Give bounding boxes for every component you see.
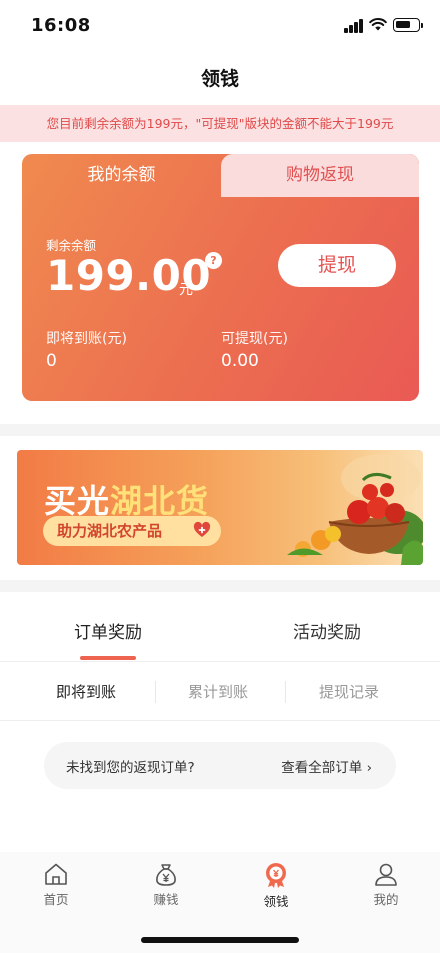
balance-card: 购物返现 我的余额 剩余余额 199.00 元 ? 提现 即将到账(元) 0 可… xyxy=(22,154,419,401)
tab-activity-rewards[interactable]: 活动奖励 xyxy=(293,618,361,643)
tab-shopping-cashback[interactable]: 购物返现 xyxy=(221,154,419,197)
nav-item-collect[interactable]: 领钱 xyxy=(246,862,306,910)
promo-banner[interactable]: 买光湖北货 助力湖北农产品 xyxy=(17,450,423,565)
active-tab-indicator xyxy=(80,656,136,660)
help-icon[interactable]: ? xyxy=(205,252,222,269)
signal-icon xyxy=(344,19,364,33)
missing-order-prompt: 未找到您的返现订单? 查看全部订单 › xyxy=(44,742,396,789)
banner-headline-prefix: 买光 xyxy=(44,482,111,520)
tabs-divider xyxy=(0,661,440,662)
banner-tagline: 助力湖北农产品 xyxy=(57,522,163,540)
battery-icon xyxy=(393,18,423,32)
missing-order-question: 未找到您的返现订单? xyxy=(66,760,195,776)
banner-tagline-pill: 助力湖北农产品 xyxy=(43,516,221,546)
home-indicator xyxy=(141,937,299,943)
status-bar: 16:08 xyxy=(0,0,440,52)
withdrawable-value: 0.00 xyxy=(221,351,259,371)
produce-illustration xyxy=(287,454,423,565)
nav-item-profile[interactable]: 我的 xyxy=(356,862,416,908)
balance-notice: 您目前剩余余额为199元，"可提现"版块的金额不能大于199元 xyxy=(0,105,440,142)
tab-my-balance[interactable]: 我的余额 xyxy=(22,154,221,197)
pending-value: 0 xyxy=(46,351,57,371)
nav-label-home: 首页 xyxy=(43,892,69,907)
section-divider xyxy=(0,580,440,592)
withdrawable-label: 可提现(元) xyxy=(221,331,288,347)
subtabs-divider xyxy=(0,720,440,721)
view-all-orders-link[interactable]: 查看全部订单 › xyxy=(281,756,372,776)
subtab-withdraw-history[interactable]: 提现记录 xyxy=(319,681,379,702)
money-bag-icon xyxy=(156,864,176,886)
nav-item-earn[interactable]: 赚钱 xyxy=(136,862,196,908)
subtab-pending[interactable]: 即将到账 xyxy=(56,681,116,702)
status-time: 16:08 xyxy=(31,15,91,36)
section-divider xyxy=(0,424,440,436)
subtab-separator xyxy=(285,681,286,703)
pending-label: 即将到账(元) xyxy=(46,331,127,347)
nav-label-collect: 领钱 xyxy=(263,894,289,909)
tab-order-rewards[interactable]: 订单奖励 xyxy=(74,618,142,643)
home-icon xyxy=(45,863,67,885)
balance-unit: 元 xyxy=(179,282,193,298)
view-all-orders-label: 查看全部订单 xyxy=(281,760,363,776)
nav-label-profile: 我的 xyxy=(373,892,399,907)
wifi-icon xyxy=(369,18,387,31)
chevron-right-icon: › xyxy=(366,760,372,776)
heart-plus-icon xyxy=(193,521,211,537)
subtab-accumulated[interactable]: 累计到账 xyxy=(188,681,248,702)
withdraw-button[interactable]: 提现 xyxy=(278,244,396,287)
nav-item-home[interactable]: 首页 xyxy=(26,862,86,908)
subtab-separator xyxy=(155,681,156,703)
banner-headline-highlight: 湖北货 xyxy=(110,482,210,520)
user-icon xyxy=(375,863,397,886)
page-title: 领钱 xyxy=(200,68,239,90)
coin-medal-icon xyxy=(266,863,286,888)
nav-label-earn: 赚钱 xyxy=(153,892,179,907)
